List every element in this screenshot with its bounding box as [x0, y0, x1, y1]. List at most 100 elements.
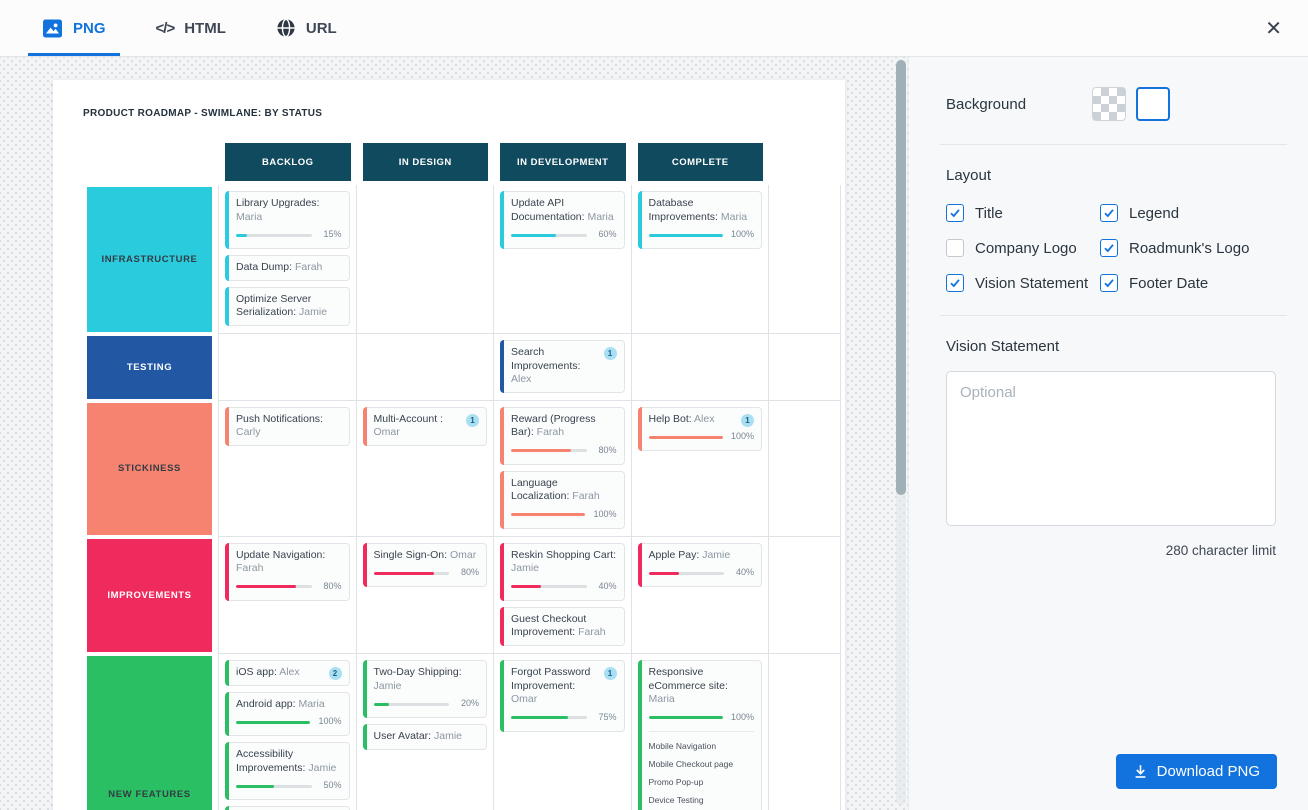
checkbox-footer-date[interactable]: Footer Date	[1100, 274, 1277, 292]
layout-checkbox-grid: TitleLegendCompany LogoRoadmunk's LogoVi…	[946, 204, 1277, 292]
checkbox-vision-statement[interactable]: Vision Statement	[946, 274, 1100, 292]
tab-url[interactable]: URL	[262, 0, 351, 56]
transparent-background-swatch[interactable]	[1092, 87, 1126, 121]
roadmap-cell: Reskin Shopping Cart: Jamie40%Guest Chec…	[493, 537, 631, 653]
progress-fill	[511, 449, 571, 452]
roadmap-card: Push Notifications: Carly	[225, 407, 350, 446]
progress-track	[511, 234, 587, 237]
roadmap-cell: Forgot Password Improvement: Omar 1 75%	[493, 654, 631, 810]
background-swatches	[1092, 87, 1170, 121]
progress-percent: 100%	[731, 229, 754, 241]
vision-statement-input[interactable]	[946, 371, 1276, 526]
card-title: Accessibility Improvements: Jamie	[236, 748, 336, 774]
column-header: IN DEVELOPMENT	[500, 143, 626, 181]
roadmap-preview-area: PRODUCT ROADMAP - SWIMLANE: BY STATUS BA…	[0, 57, 908, 810]
checkbox-title[interactable]: Title	[946, 204, 1100, 222]
milestone-count-badge: 1	[604, 667, 617, 680]
roadmap-card: Optimize Server Serialization: Jamie	[225, 287, 350, 326]
roadmap-title: PRODUCT ROADMAP - SWIMLANE: BY STATUS	[83, 108, 845, 119]
roadmap-card: Abandon Cart Widget: Omar10%	[225, 806, 350, 810]
card-progress-bar: 80%	[511, 445, 617, 457]
progress-percent: 80%	[320, 581, 342, 593]
download-button-label: Download PNG	[1157, 763, 1260, 780]
vision-statement-title: Vision Statement	[946, 338, 1277, 355]
checkbox-box[interactable]	[946, 239, 964, 257]
roadmap-cell: Multi-Account : Omar1	[356, 401, 494, 536]
progress-fill	[511, 585, 541, 588]
roadmap-card: Forgot Password Improvement: Omar 1 75%	[500, 660, 625, 732]
swimlane-row: IMPROVEMENTSUpdate Navigation: Farah80%S…	[87, 537, 841, 654]
card-item-name: Forgot Password Improvement:	[511, 666, 590, 692]
card-assignee: Farah	[534, 426, 564, 438]
download-icon	[1133, 764, 1148, 779]
checkbox-box[interactable]	[1100, 204, 1118, 222]
roadmap-card: Update Navigation: Farah80%	[225, 543, 350, 601]
card-assignee: Omar	[511, 693, 537, 705]
card-progress-bar: 40%	[649, 567, 755, 579]
card-title: Help Bot: Alex	[649, 413, 755, 427]
card-item-name: Search Improvements:	[511, 346, 580, 372]
progress-track	[511, 513, 585, 516]
roadmap-cell: Push Notifications: Carly	[218, 401, 356, 536]
roadmap-card: Single Sign-On: Omar80%	[363, 543, 488, 587]
card-accent-bar	[638, 543, 642, 587]
column-header-slot: BACKLOG	[218, 143, 356, 181]
swimlane-cells: Search Improvements: Alex1	[218, 334, 841, 401]
card-title: Optimize Server Serialization: Jamie	[236, 293, 327, 319]
progress-fill	[236, 234, 247, 237]
divider	[940, 315, 1287, 316]
card-title: Reward (Progress Bar): Farah	[511, 413, 596, 439]
card-title: Android app: Maria	[236, 698, 325, 710]
card-accent-bar	[225, 742, 229, 800]
progress-track	[374, 703, 450, 706]
checkbox-box[interactable]	[946, 274, 964, 292]
tab-html[interactable]: </> HTML	[142, 0, 240, 56]
checkbox-box[interactable]	[1100, 274, 1118, 292]
card-progress-bar: 100%	[511, 509, 617, 521]
card-title: Search Improvements: Alex	[511, 346, 617, 387]
checkbox-legend[interactable]: Legend	[1100, 204, 1277, 222]
preview-scrollbar[interactable]	[896, 59, 906, 805]
roadmap-cell-spacer	[768, 537, 840, 653]
character-limit-note: 280 character limit	[946, 543, 1276, 558]
card-accent-bar	[500, 543, 504, 601]
column-header-slot: IN DEVELOPMENT	[493, 143, 631, 181]
progress-percent: 20%	[457, 698, 479, 710]
progress-percent: 50%	[320, 780, 342, 792]
white-background-swatch[interactable]	[1136, 87, 1170, 121]
preview-scrollbar-thumb[interactable]	[896, 60, 906, 495]
card-assignee: Maria	[585, 211, 614, 223]
checkbox-roadmunk-s-logo[interactable]: Roadmunk's Logo	[1100, 239, 1277, 257]
card-progress-bar: 100%	[649, 712, 755, 724]
progress-fill	[649, 234, 723, 237]
card-accent-bar	[500, 660, 504, 732]
card-item-name: Android app:	[236, 698, 296, 710]
checkbox-box[interactable]	[946, 204, 964, 222]
swimlane-row: TESTINGSearch Improvements: Alex1	[87, 334, 841, 401]
card-accent-bar	[638, 660, 642, 810]
roadmap-card: Data Dump: Farah	[225, 255, 350, 281]
roadmap-cell: Help Bot: Alex1100%	[631, 401, 769, 536]
roadmap-cell	[631, 334, 769, 400]
checkbox-company-logo[interactable]: Company Logo	[946, 239, 1100, 257]
tab-png[interactable]: PNG	[28, 0, 120, 56]
roadmap-cell-spacer	[768, 334, 840, 400]
progress-track	[236, 721, 310, 724]
card-assignee: Carly	[236, 426, 261, 438]
checkbox-box[interactable]	[1100, 239, 1118, 257]
roadmap-card: Language Localization: Farah100%	[500, 471, 625, 529]
background-label: Background	[946, 96, 1026, 113]
roadmap-card: Help Bot: Alex1100%	[638, 407, 763, 451]
progress-track	[236, 234, 312, 237]
card-title: Data Dump: Farah	[236, 261, 322, 273]
roadmap-cell	[356, 334, 494, 400]
card-progress-bar: 75%	[511, 712, 617, 724]
swimlanes: INFRASTRUCTURELibrary Upgrades: Maria15%…	[87, 185, 841, 810]
card-accent-bar	[500, 607, 504, 646]
progress-fill	[511, 716, 568, 719]
card-subitem: Mobile Checkout page	[649, 759, 755, 770]
card-progress-bar: 100%	[236, 716, 342, 728]
download-png-button[interactable]: Download PNG	[1116, 754, 1277, 789]
close-icon[interactable]: ✕	[1255, 0, 1292, 57]
card-item-name: Two-Day Shipping:	[374, 666, 462, 678]
